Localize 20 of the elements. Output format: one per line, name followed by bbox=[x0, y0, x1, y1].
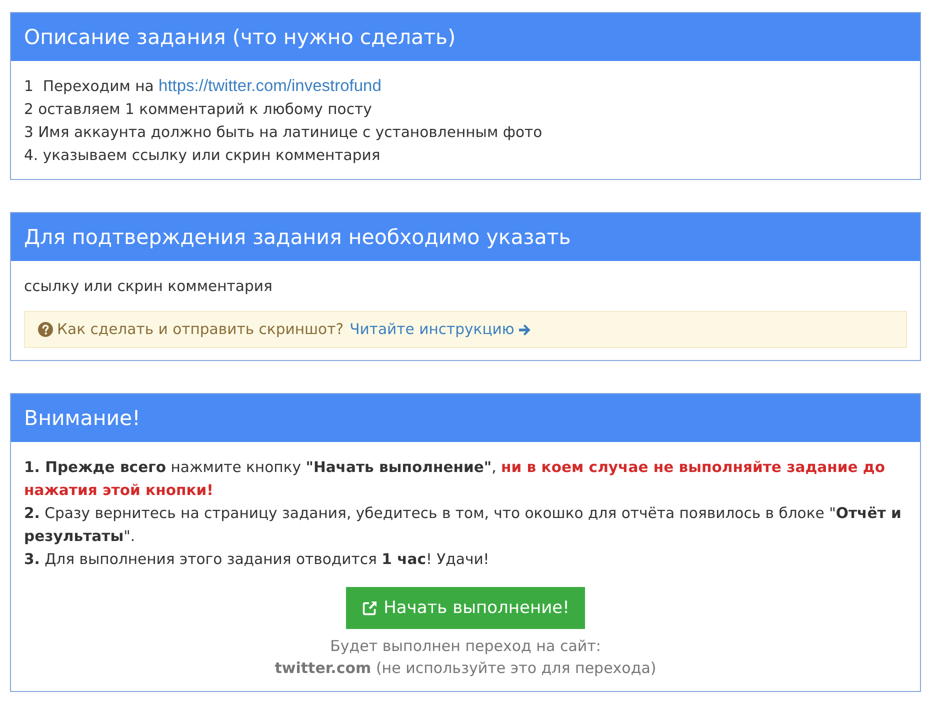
task-step: 1 Переходим на https://twitter.com/investrofund bbox=[24, 75, 907, 98]
panel-title: Для подтверждения задания необходимо указать bbox=[11, 213, 920, 261]
profile-link[interactable]: https://twitter.com/investrofund bbox=[158, 75, 382, 98]
hint-text: Как сделать и отправить скриншот? bbox=[57, 320, 344, 340]
redirect-note: Будет выполнен переход на сайт: bbox=[330, 636, 601, 657]
instruction-text: 3. Для выполнения этого задания отводится 1 час! Удачи! bbox=[24, 550, 490, 570]
task-step: 4. указываем ссылку или скрин комментария bbox=[24, 144, 907, 167]
instruction-text: 1. Прежде всего нажмите кнопку "Начать выполнение", ни в коем случае не выполняйте задание до нажатия этой кнопки! bbox=[24, 458, 886, 501]
external-link-icon bbox=[362, 600, 378, 616]
requirement-text: ссылку или скрин комментария bbox=[24, 277, 274, 297]
task-step: 3 Имя аккаунта должно быть на латинице с установленным фото bbox=[24, 121, 907, 144]
instruction-link[interactable]: Читайте инструкцию bbox=[350, 318, 532, 341]
instruction-text: 2. Сразу вернитесь на страницу задания, убедитесь в том, что окошко для отчёта появилось в блоке "Отчёт и результаты". bbox=[24, 504, 902, 547]
panel-title: Описание задания (что нужно сделать) bbox=[11, 13, 920, 61]
redirect-domain: twitter.com (не используйте это для перехода) bbox=[274, 658, 656, 679]
panel-title: Внимание! bbox=[11, 394, 920, 442]
task-step: 2 оставляем 1 комментарий к любому посту bbox=[24, 98, 907, 121]
start-button[interactable]: Начать выполнение! bbox=[346, 587, 586, 629]
question-icon bbox=[38, 322, 53, 337]
arrow-right-icon bbox=[518, 322, 532, 336]
